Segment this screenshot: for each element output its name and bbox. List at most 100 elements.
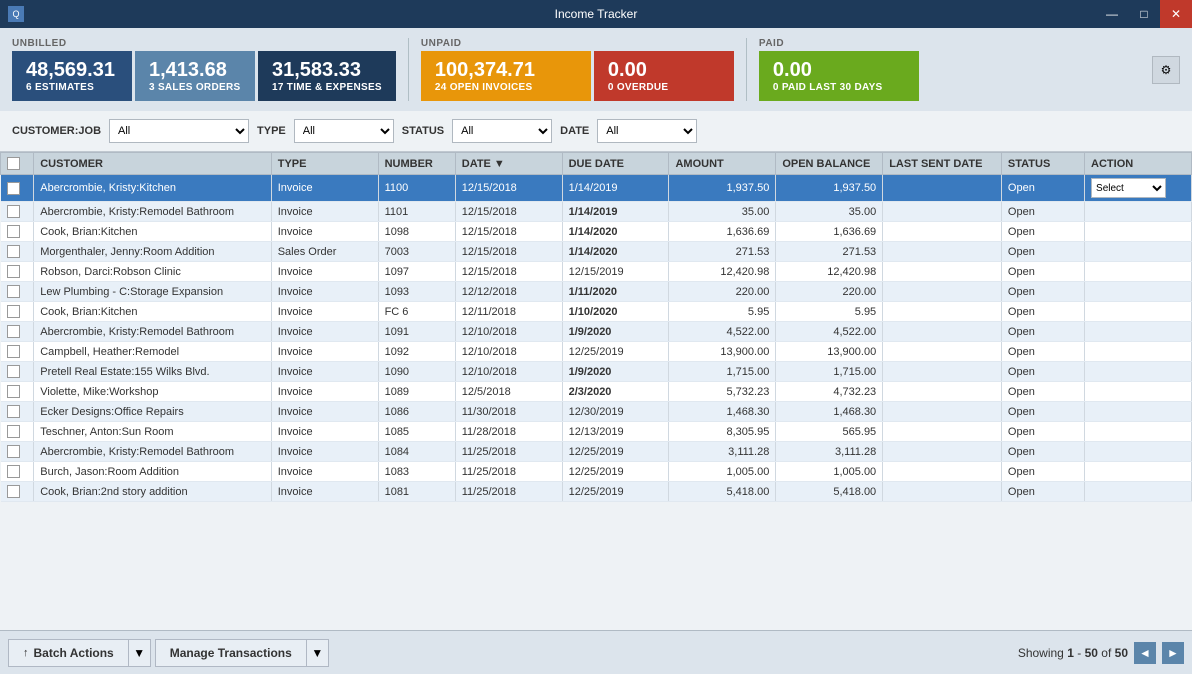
row-action[interactable] [1085, 202, 1192, 222]
header-action[interactable]: ACTION [1085, 153, 1192, 175]
select-all-checkbox[interactable] [7, 157, 20, 170]
table-row[interactable]: Abercrombie, Kristy:Remodel Bathroom Inv… [1, 442, 1192, 462]
restore-button[interactable]: □ [1128, 0, 1160, 28]
table-row[interactable]: Cook, Brian:2nd story addition Invoice 1… [1, 482, 1192, 502]
row-checkbox[interactable] [7, 325, 20, 338]
row-action[interactable] [1085, 402, 1192, 422]
row-action[interactable] [1085, 322, 1192, 342]
batch-actions-dropdown[interactable]: ▼ [129, 639, 151, 667]
next-page-button[interactable]: ► [1162, 642, 1184, 664]
row-action[interactable] [1085, 482, 1192, 502]
row-action[interactable] [1085, 222, 1192, 242]
table-row[interactable]: Violette, Mike:Workshop Invoice 1089 12/… [1, 382, 1192, 402]
row-checkbox[interactable] [7, 182, 20, 195]
sales-orders-card[interactable]: 1,413.68 3 SALES ORDERS [135, 51, 255, 101]
gear-button[interactable]: ⚙ [1152, 56, 1180, 84]
table-row[interactable]: Teschner, Anton:Sun Room Invoice 1085 11… [1, 422, 1192, 442]
prev-page-button[interactable]: ◄ [1134, 642, 1156, 664]
row-action[interactable] [1085, 342, 1192, 362]
row-checkbox[interactable] [7, 425, 20, 438]
row-check-cell[interactable] [1, 342, 34, 362]
row-action[interactable] [1085, 262, 1192, 282]
customer-job-select[interactable]: All [109, 119, 249, 143]
row-checkbox[interactable] [7, 265, 20, 278]
row-action[interactable]: Select [1085, 175, 1192, 202]
status-select[interactable]: All [452, 119, 552, 143]
table-row[interactable]: Burch, Jason:Room Addition Invoice 1083 … [1, 462, 1192, 482]
batch-actions-button[interactable]: ↑ Batch Actions [8, 639, 129, 667]
row-action[interactable] [1085, 302, 1192, 322]
header-customer[interactable]: CUSTOMER [34, 153, 271, 175]
row-check-cell[interactable] [1, 242, 34, 262]
table-scroll-area[interactable]: CUSTOMER TYPE NUMBER DATE ▼ DUE DATE AMO… [0, 152, 1192, 624]
table-row[interactable]: Abercrombie, Kristy:Remodel Bathroom Inv… [1, 322, 1192, 342]
paid-last30-card[interactable]: 0.00 0 PAID LAST 30 DAYS [759, 51, 919, 101]
row-action[interactable] [1085, 462, 1192, 482]
row-check-cell[interactable] [1, 302, 34, 322]
table-row[interactable]: Abercrombie, Kristy:Remodel Bathroom Inv… [1, 202, 1192, 222]
open-invoices-card[interactable]: 100,374.71 24 OPEN INVOICES [421, 51, 591, 101]
row-checkbox[interactable] [7, 485, 20, 498]
row-checkbox[interactable] [7, 225, 20, 238]
header-amount[interactable]: AMOUNT [669, 153, 776, 175]
row-checkbox[interactable] [7, 365, 20, 378]
row-check-cell[interactable] [1, 422, 34, 442]
row-checkbox[interactable] [7, 465, 20, 478]
table-row[interactable]: Ecker Designs:Office Repairs Invoice 108… [1, 402, 1192, 422]
minimize-button[interactable]: — [1096, 0, 1128, 28]
row-check-cell[interactable] [1, 442, 34, 462]
row-checkbox[interactable] [7, 245, 20, 258]
row-checkbox[interactable] [7, 445, 20, 458]
table-row[interactable]: Cook, Brian:Kitchen Invoice FC 6 12/11/2… [1, 302, 1192, 322]
row-check-cell[interactable] [1, 175, 34, 202]
row-check-cell[interactable] [1, 222, 34, 242]
manage-transactions-dropdown[interactable]: ▼ [307, 639, 329, 667]
row-checkbox[interactable] [7, 385, 20, 398]
row-check-cell[interactable] [1, 202, 34, 222]
row-action[interactable] [1085, 362, 1192, 382]
header-balance[interactable]: OPEN BALANCE [776, 153, 883, 175]
header-type[interactable]: TYPE [271, 153, 378, 175]
row-action[interactable] [1085, 422, 1192, 442]
row-checkbox[interactable] [7, 285, 20, 298]
header-lastsent[interactable]: LAST SENT DATE [883, 153, 1002, 175]
date-select[interactable]: All [597, 119, 697, 143]
header-status[interactable]: STATUS [1001, 153, 1084, 175]
table-row[interactable]: Cook, Brian:Kitchen Invoice 1098 12/15/2… [1, 222, 1192, 242]
row-action[interactable] [1085, 242, 1192, 262]
row-check-cell[interactable] [1, 362, 34, 382]
table-row[interactable]: Abercrombie, Kristy:Kitchen Invoice 1100… [1, 175, 1192, 202]
row-checkbox[interactable] [7, 205, 20, 218]
row-action[interactable] [1085, 282, 1192, 302]
time-expenses-card[interactable]: 31,583.33 17 TIME & EXPENSES [258, 51, 396, 101]
table-row[interactable]: Robson, Darci:Robson Clinic Invoice 1097… [1, 262, 1192, 282]
row-check-cell[interactable] [1, 262, 34, 282]
type-select[interactable]: All [294, 119, 394, 143]
table-row[interactable]: Pretell Real Estate:155 Wilks Blvd. Invo… [1, 362, 1192, 382]
row-check-cell[interactable] [1, 382, 34, 402]
row-check-cell[interactable] [1, 462, 34, 482]
action-select[interactable]: Select [1091, 178, 1166, 198]
table-row[interactable]: Morgenthaler, Jenny:Room Addition Sales … [1, 242, 1192, 262]
header-check[interactable] [1, 153, 34, 175]
row-checkbox[interactable] [7, 305, 20, 318]
row-action[interactable] [1085, 442, 1192, 462]
header-duedate[interactable]: DUE DATE [562, 153, 669, 175]
close-button[interactable]: ✕ [1160, 0, 1192, 28]
estimates-card[interactable]: 48,569.31 6 ESTIMATES [12, 51, 132, 101]
header-date[interactable]: DATE ▼ [455, 153, 562, 175]
row-action[interactable] [1085, 382, 1192, 402]
row-check-cell[interactable] [1, 282, 34, 302]
row-check-cell[interactable] [1, 402, 34, 422]
row-check-cell[interactable] [1, 482, 34, 502]
header-number[interactable]: NUMBER [378, 153, 455, 175]
table-row[interactable]: Lew Plumbing - C:Storage Expansion Invoi… [1, 282, 1192, 302]
row-date: 12/10/2018 [455, 322, 562, 342]
table-row[interactable]: Campbell, Heather:Remodel Invoice 1092 1… [1, 342, 1192, 362]
row-checkbox[interactable] [7, 405, 20, 418]
manage-transactions-button[interactable]: Manage Transactions [155, 639, 307, 667]
row-checkbox[interactable] [7, 345, 20, 358]
row-amount: 12,420.98 [669, 262, 776, 282]
row-check-cell[interactable] [1, 322, 34, 342]
overdue-card[interactable]: 0.00 0 OVERDUE [594, 51, 734, 101]
